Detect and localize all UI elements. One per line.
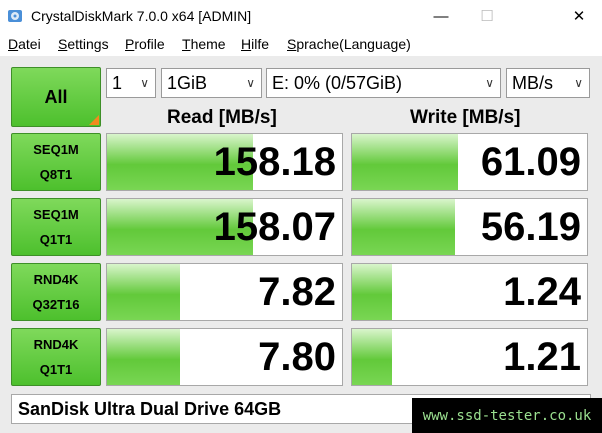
test-button-seq1m-q1t1[interactable]: SEQ1M Q1T1 xyxy=(11,198,101,256)
write-result-bar xyxy=(352,134,458,190)
write-result-value: 1.24 xyxy=(503,270,581,314)
read-result-seq1m-q1t1: 158.07 xyxy=(106,198,343,256)
read-result-rnd4k-q32t16: 7.82 xyxy=(106,263,343,321)
read-result-bar xyxy=(107,264,180,320)
title-bar: CrystalDiskMark 7.0.0 x64 [ADMIN] — ☐ ✕ xyxy=(0,0,602,32)
test-button-rnd4k-q1t1[interactable]: RND4K Q1T1 xyxy=(11,328,101,386)
close-button[interactable]: ✕ xyxy=(556,0,602,32)
menu-settings[interactable]: Settings xyxy=(58,36,109,52)
test-label-line2: Q8T1 xyxy=(39,167,73,182)
write-header: Write [MB/s] xyxy=(410,107,521,128)
read-header: Read [MB/s] xyxy=(167,107,277,128)
write-result-bar xyxy=(352,199,456,255)
minimize-button[interactable]: — xyxy=(418,0,464,32)
write-result-value: 56.19 xyxy=(480,205,581,249)
test-label-line1: SEQ1M xyxy=(33,207,79,222)
write-result-seq1m-q8t1: 61.09 xyxy=(351,133,588,191)
size-select[interactable]: 1GiB ∨ xyxy=(161,68,262,98)
read-result-value: 158.18 xyxy=(213,140,336,184)
unit-select-value: MB/s xyxy=(512,73,554,93)
menu-sprache[interactable]: Sprache(Language) xyxy=(287,36,411,52)
maximize-button[interactable]: ☐ xyxy=(464,0,510,32)
test-label-line2: Q32T16 xyxy=(32,297,80,312)
test-button-seq1m-q8t1[interactable]: SEQ1M Q8T1 xyxy=(11,133,101,191)
menu-bar: Datei Settings Profile Theme Hilfe Sprac… xyxy=(0,32,602,56)
watermark: www.ssd-tester.co.uk xyxy=(412,398,602,433)
test-label-line2: Q1T1 xyxy=(39,362,73,377)
chevron-down-icon: ∨ xyxy=(246,76,255,90)
unit-select[interactable]: MB/s ∨ xyxy=(506,68,590,98)
drive-select-value: E: 0% (0/57GiB) xyxy=(272,73,403,93)
drive-comment-text: SanDisk Ultra Dual Drive 64GB xyxy=(18,399,282,419)
menu-datei[interactable]: Datei xyxy=(8,36,41,52)
watermark-text: www.ssd-tester.co.uk xyxy=(422,407,592,424)
all-button[interactable]: All xyxy=(11,67,101,127)
read-result-value: 7.80 xyxy=(258,335,336,379)
chevron-down-icon: ∨ xyxy=(485,76,494,90)
read-result-value: 158.07 xyxy=(213,205,336,249)
write-result-bar xyxy=(352,329,392,385)
drive-select[interactable]: E: 0% (0/57GiB) ∨ xyxy=(266,68,501,98)
size-select-value: 1GiB xyxy=(167,73,208,93)
read-result-value: 7.82 xyxy=(258,270,336,314)
menu-hilfe[interactable]: Hilfe xyxy=(241,36,269,52)
count-select-value: 1 xyxy=(112,73,123,93)
write-result-rnd4k-q32t16: 1.24 xyxy=(351,263,588,321)
disk-app-icon xyxy=(8,10,22,22)
window-title: CrystalDiskMark 7.0.0 x64 [ADMIN] xyxy=(31,8,252,24)
write-result-rnd4k-q1t1: 1.21 xyxy=(351,328,588,386)
test-label-line1: RND4K xyxy=(33,337,79,352)
menu-theme[interactable]: Theme xyxy=(182,36,226,52)
chevron-down-icon: ∨ xyxy=(140,76,149,90)
write-result-bar xyxy=(352,264,392,320)
write-result-seq1m-q1t1: 56.19 xyxy=(351,198,588,256)
read-result-bar xyxy=(107,329,180,385)
write-result-value: 1.21 xyxy=(503,335,581,379)
menu-profile[interactable]: Profile xyxy=(125,36,165,52)
all-button-label: All xyxy=(44,86,68,107)
read-result-seq1m-q8t1: 158.18 xyxy=(106,133,343,191)
chevron-down-icon: ∨ xyxy=(574,76,583,90)
test-button-rnd4k-q32t16[interactable]: RND4K Q32T16 xyxy=(11,263,101,321)
count-select[interactable]: 1 ∨ xyxy=(106,68,156,98)
read-result-rnd4k-q1t1: 7.80 xyxy=(106,328,343,386)
test-label-line2: Q1T1 xyxy=(39,232,73,247)
test-label-line1: SEQ1M xyxy=(33,142,79,157)
test-label-line1: RND4K xyxy=(33,272,79,287)
write-result-value: 61.09 xyxy=(480,140,581,184)
